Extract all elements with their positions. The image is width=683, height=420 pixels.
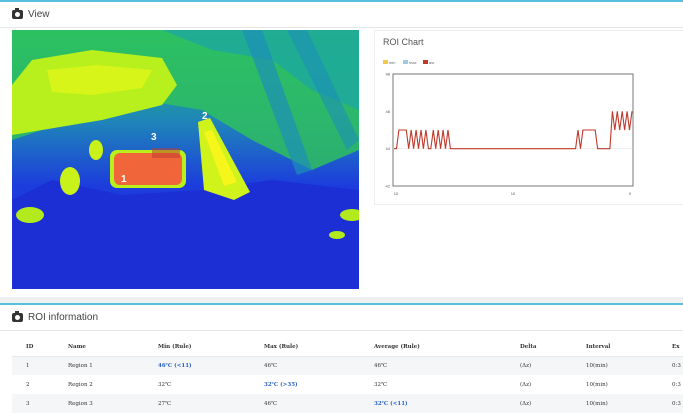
cell-extra: 0:3 [658,394,683,413]
table-header-row: ID Name Min (Rule) Max (Rule) Average (R… [12,339,683,357]
cell-average: 46℃ [360,356,506,375]
y-tick-label: 44 [386,146,391,151]
cell-average: 32℃ (<11) [360,394,506,413]
thermal-image[interactable]: 1 2 3 [12,30,359,289]
table-row[interactable]: 2 Region 2 32℃ 32℃ (>35) 32℃ (Δz) 10(min… [12,375,683,394]
col-extra: Ex [658,339,683,357]
y-tick-label: 48 [386,72,391,77]
cell-delta: (Δz) [506,356,572,375]
cell-name: Region 3 [54,394,144,413]
cell-min: 46℃ (<11) [144,356,250,375]
plot-frame [392,73,634,187]
view-panel: View 1 2 3 ROI Chart min max avr 42 44 4… [0,0,683,297]
col-delta: Delta [506,339,572,357]
x-tick-label: 10 [394,191,399,196]
y-tick-label: 42 [386,184,391,189]
col-max: Max (Rule) [250,339,360,357]
col-name: Name [54,339,144,357]
x-tick-label: 0 [629,191,632,196]
cell-id: 2 [26,381,30,388]
view-title: View [28,9,50,20]
legend-label-max: max [409,60,417,65]
roi-chart: ROI Chart min max avr 42 44 46 48 10 10 0 [374,30,683,205]
thermal-image-graphic [12,30,359,289]
cell-extra: 0:3 [672,381,681,388]
cell-name: Region 2 [68,381,93,388]
col-min: Min (Rule) [144,339,250,357]
roi-info-header: ROI information [0,305,683,331]
col-id: ID [12,339,54,357]
legend-label-avr: avr [429,60,435,65]
roi-label-3: 3 [151,132,157,143]
cell-max: 46℃ [250,356,360,375]
cell-interval: 10(min) [586,381,608,388]
series-line-avr [394,111,633,150]
roi-info-panel: ROI information ID Name Min (Rule) Max (… [0,303,683,420]
legend-swatch-avr [423,60,428,64]
cell-interval: 10(min) [572,394,658,413]
cell-interval: 10(min) [572,356,658,375]
y-tick-label: 46 [386,109,391,114]
cell-delta: (Δz) [520,381,532,388]
camera-icon [12,8,23,19]
roi-table: ID Name Min (Rule) Max (Rule) Average (R… [12,339,683,413]
legend-swatch-min [383,60,388,64]
cell-min: 32℃ [158,381,172,388]
roi-info-title: ROI information [28,312,99,323]
roi-chart-plot: min max avr 42 44 46 48 10 10 0 [383,60,634,196]
cell-id: 1 [12,356,54,375]
cell-min: 27℃ [144,394,250,413]
roi-label-2: 2 [202,111,208,122]
table-row[interactable]: 1 Region 1 46℃ (<11) 46℃ 46℃ (Δz) 10(min… [12,356,683,375]
cell-id: 3 [12,394,54,413]
view-header: View [0,2,683,28]
table-row[interactable]: 3 Region 3 27℃ 46℃ 32℃ (<11) (Δz) 10(min… [12,394,683,413]
cell-delta: (Δz) [506,394,572,413]
cell-extra: 0:3 [658,356,683,375]
camera-icon [12,311,23,322]
legend-label-min: min [389,60,395,65]
roi-label-1: 1 [121,174,127,185]
x-tick-label: 10 [511,191,516,196]
col-average: Average (Rule) [360,339,506,357]
cell-name: Region 1 [54,356,144,375]
cell-average: 32℃ [374,381,388,388]
col-interval: Interval [572,339,658,357]
cell-max: 46℃ [250,394,360,413]
legend-swatch-max [403,60,408,64]
cell-max: 32℃ (>35) [264,381,298,388]
